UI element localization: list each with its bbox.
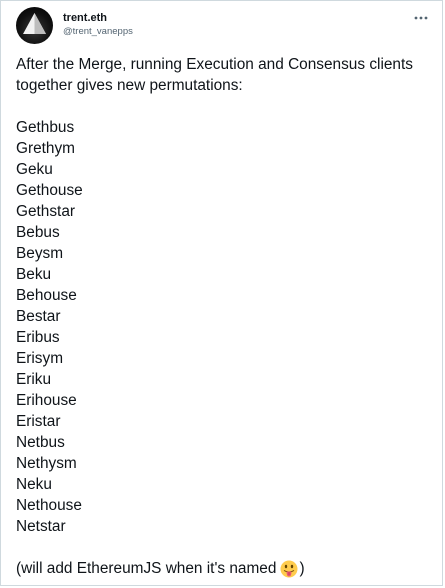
list-item: Behouse bbox=[16, 287, 77, 304]
list-item: Gethstar bbox=[16, 203, 76, 220]
author-display-name[interactable]: trent.eth bbox=[63, 11, 133, 25]
list-item: Erihouse bbox=[16, 392, 77, 409]
author-handle[interactable]: @trent_vanepps bbox=[63, 25, 133, 38]
list-item: Neku bbox=[16, 476, 52, 493]
list-item: Netbus bbox=[16, 434, 65, 451]
list-item: Beysm bbox=[16, 245, 64, 262]
permutation-list: Gethbus Grethym Geku Gethouse Gethstar B… bbox=[16, 117, 431, 537]
list-item: Gethouse bbox=[16, 182, 83, 199]
list-item: Netstar bbox=[16, 518, 66, 535]
list-item: Beku bbox=[16, 266, 52, 283]
list-item: Eristar bbox=[16, 413, 61, 430]
list-item: Nethysm bbox=[16, 455, 77, 472]
tweet-text: After the Merge, running Execution and C… bbox=[16, 54, 431, 579]
pyramid-icon bbox=[23, 13, 46, 34]
face-with-tongue-icon bbox=[280, 560, 298, 577]
list-item: Gethbus bbox=[16, 119, 75, 136]
outro-close: ) bbox=[299, 560, 305, 577]
list-item: Bestar bbox=[16, 308, 61, 325]
tweet-outro: (will add EthereumJS when it's named ) bbox=[16, 558, 431, 579]
tweet-intro: After the Merge, running Execution and C… bbox=[16, 56, 413, 94]
avatar[interactable] bbox=[16, 7, 53, 44]
tweet-card: trent.eth @trent_vanepps After the Merge… bbox=[0, 0, 443, 586]
list-item: Grethym bbox=[16, 140, 76, 157]
list-item: Erisym bbox=[16, 350, 64, 367]
list-item: Eribus bbox=[16, 329, 60, 346]
list-item: Nethouse bbox=[16, 497, 82, 514]
list-item: Eriku bbox=[16, 371, 52, 388]
outro-text: (will add EthereumJS when it's named bbox=[16, 560, 277, 577]
more-horizontal-icon bbox=[414, 16, 428, 20]
more-button[interactable] bbox=[414, 9, 428, 20]
tweet-header: trent.eth @trent_vanepps bbox=[16, 7, 133, 44]
list-item: Bebus bbox=[16, 224, 60, 241]
list-item: Geku bbox=[16, 161, 53, 178]
author-names: trent.eth @trent_vanepps bbox=[63, 11, 133, 38]
